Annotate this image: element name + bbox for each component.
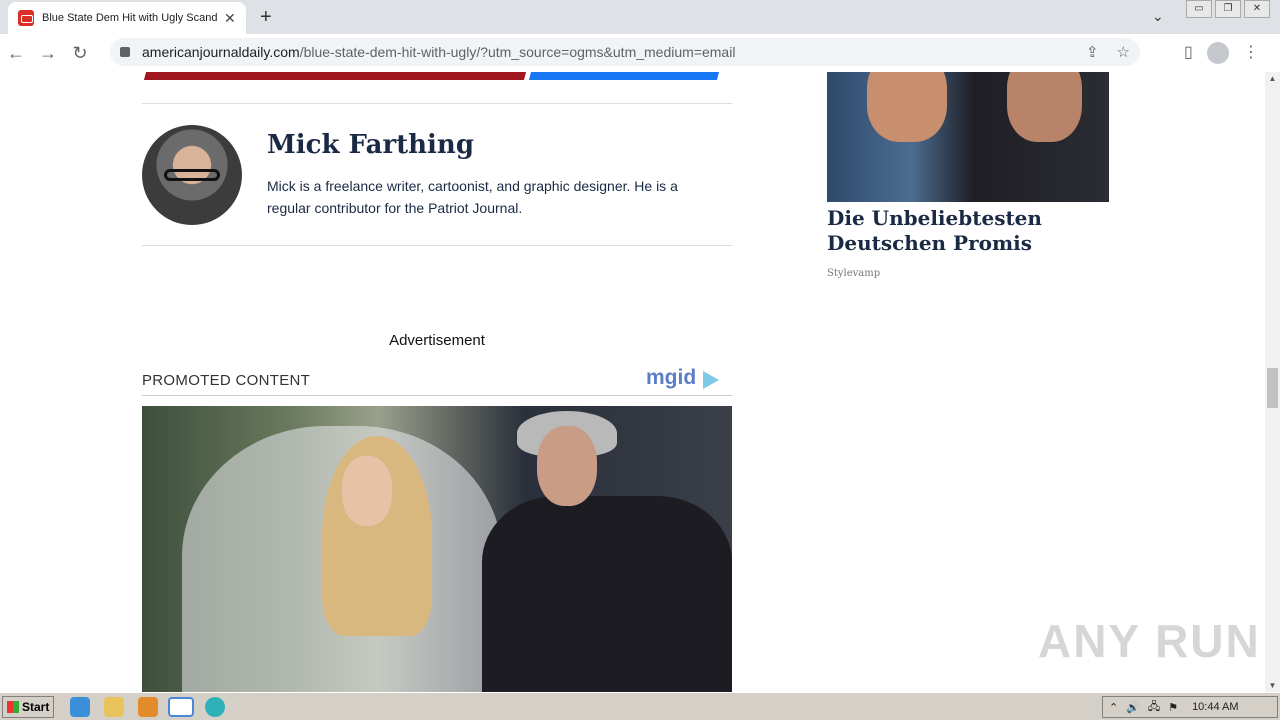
url-text[interactable]: americanjournaldaily.com/blue-state-dem-… <box>142 44 735 60</box>
forward-button[interactable]: → <box>32 43 64 64</box>
anyrun-watermark: ANY RUN <box>1038 615 1261 667</box>
promoted-content-heading: PROMOTED CONTENT <box>142 372 311 389</box>
scroll-up-icon[interactable]: ▲ <box>1265 74 1280 83</box>
new-tab-button[interactable]: + <box>260 6 272 29</box>
profile-avatar[interactable] <box>1206 42 1229 64</box>
windows-logo-icon <box>7 701 19 713</box>
share-twitter-button[interactable] <box>143 72 527 80</box>
sidebar-article-image[interactable] <box>827 72 1109 202</box>
file-explorer-icon[interactable] <box>104 697 124 717</box>
person-left <box>867 72 947 142</box>
sidebar-article-title[interactable]: Die Unbeliebtesten Deutschen Promis <box>827 206 1109 256</box>
side-panel-icon[interactable]: ▯ <box>1184 42 1193 64</box>
chrome-taskbar-icon[interactable] <box>168 697 194 717</box>
browser-tab[interactable]: Blue State Dem Hit with Ugly Scanda ✕ <box>8 2 246 34</box>
start-label: Start <box>22 700 50 714</box>
reload-button[interactable]: ↻ <box>64 43 96 64</box>
tab-close-icon[interactable]: ✕ <box>224 10 236 27</box>
sidebar-article-source: Stylevamp <box>827 268 881 279</box>
close-window-button[interactable]: ✕ <box>1244 0 1270 18</box>
network-icon[interactable]: 🖧 <box>1148 698 1160 717</box>
minimize-button[interactable]: ▭ <box>1186 0 1212 18</box>
divider <box>142 245 732 246</box>
bride-face <box>342 456 392 526</box>
advertisement-label: Advertisement <box>389 332 485 349</box>
browser-toolbar: ← → ↻ americanjournaldaily.com/blue-stat… <box>0 34 1280 72</box>
tab-strip: Blue State Dem Hit with Ugly Scanda ✕ + … <box>0 0 1280 34</box>
mgid-logo[interactable]: mgid <box>646 366 696 390</box>
share-facebook-button[interactable] <box>528 72 720 80</box>
divider <box>142 395 732 396</box>
man-face <box>537 426 597 506</box>
site-favicon-icon <box>18 10 34 26</box>
internet-explorer-icon[interactable] <box>70 697 90 717</box>
author-bio: Mick is a freelance writer, cartoonist, … <box>267 178 678 216</box>
action-center-flag-icon[interactable]: ⚑ <box>1168 701 1178 714</box>
system-tray: ⌃ 🔊 🖧 ⚑ 10:44 AM <box>1102 696 1278 718</box>
address-bar[interactable]: americanjournaldaily.com/blue-state-dem-… <box>110 38 1140 66</box>
bookmark-star-icon[interactable]: ☆ <box>1117 43 1130 61</box>
tab-title: Blue State Dem Hit with Ugly Scanda <box>42 12 218 24</box>
scroll-down-icon[interactable]: ▼ <box>1265 681 1280 690</box>
web-page: Mick Farthing Mick is a freelance writer… <box>0 72 1265 692</box>
share-icon[interactable]: ⇪ <box>1086 43 1099 61</box>
start-button[interactable]: Start <box>2 696 54 718</box>
scroll-thumb[interactable] <box>1267 368 1278 408</box>
url-path: /blue-state-dem-hit-with-ugly/?utm_sourc… <box>299 44 736 60</box>
lock-icon[interactable] <box>120 47 130 57</box>
url-host: americanjournaldaily.com <box>142 44 300 60</box>
restore-button[interactable]: ❐ <box>1215 0 1241 18</box>
clock[interactable]: 10:44 AM <box>1192 701 1238 713</box>
tab-search-icon[interactable]: ⌄ <box>1152 8 1164 25</box>
media-player-icon[interactable] <box>138 697 158 717</box>
toolbar-right: ▯ ⋮ <box>1184 42 1259 64</box>
edge-icon[interactable] <box>205 697 225 717</box>
back-button[interactable]: ← <box>0 43 32 64</box>
divider <box>142 103 732 104</box>
window-controls: ▭ ❐ ✕ <box>1183 0 1270 18</box>
man-suit <box>482 496 732 692</box>
glasses-graphic <box>164 169 220 181</box>
tray-expand-icon[interactable]: ⌃ <box>1109 701 1118 714</box>
author-name[interactable]: Mick Farthing <box>267 130 474 160</box>
browser-menu-icon[interactable]: ⋮ <box>1243 42 1259 64</box>
author-avatar <box>142 125 242 225</box>
promoted-article-image[interactable] <box>142 406 732 692</box>
person-right <box>1007 72 1082 142</box>
windows-taskbar: Start ⌃ 🔊 🖧 ⚑ 10:44 AM <box>0 692 1280 720</box>
browser-chrome: Blue State Dem Hit with Ugly Scanda ✕ + … <box>0 0 1280 72</box>
omnibox-actions: ⇪ ☆ <box>1086 43 1130 61</box>
mgid-play-icon[interactable] <box>703 371 719 389</box>
page-scrollbar[interactable]: ▲ ▼ <box>1265 72 1280 692</box>
volume-icon[interactable]: 🔊 <box>1126 701 1140 714</box>
